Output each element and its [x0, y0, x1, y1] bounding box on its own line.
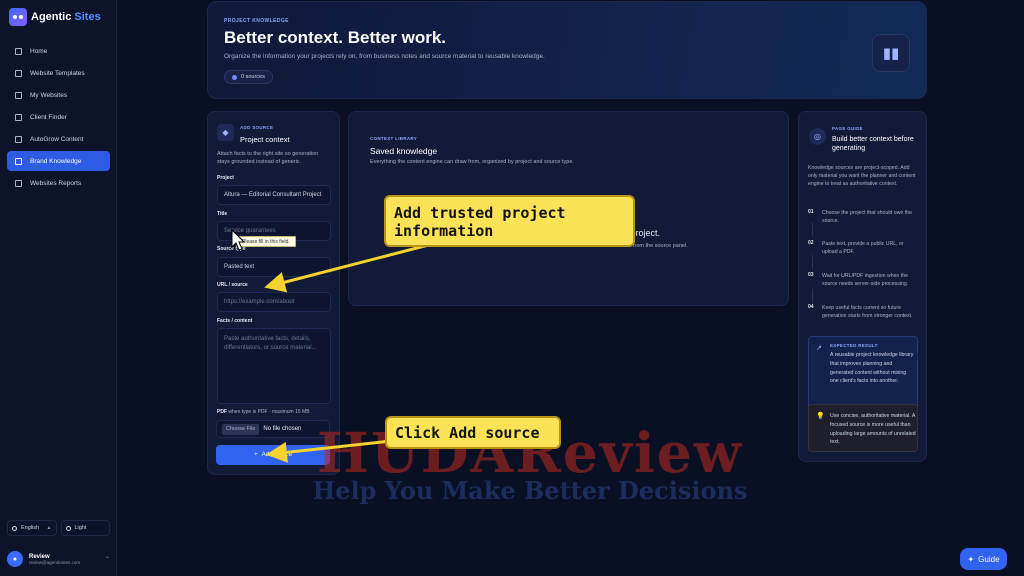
add-source-button[interactable]: + Add source	[216, 445, 330, 465]
user-menu[interactable]: ● Review review@agenticsites.com ⌃	[7, 548, 110, 570]
sources-count-badge: 0 sources	[224, 70, 273, 84]
project-label: Project	[217, 175, 234, 181]
sidebar-item-autogrow-content[interactable]: AutoGrow Content	[7, 129, 110, 149]
home-icon	[15, 47, 22, 55]
guide-description: Knowledge sources are project-scoped. Ad…	[808, 165, 916, 187]
guide-step: 01 Choose the project that should own the…	[808, 209, 912, 224]
calendar-icon	[15, 135, 22, 143]
hero-description: Organize the information your projects r…	[224, 53, 545, 60]
avatar: ●	[7, 551, 23, 567]
library-description: Everything the content engine can draw f…	[370, 159, 574, 165]
sidebar-settings: English ▲ Light	[7, 520, 110, 536]
sidebar-nav: Home Website Templates My Websites Clien…	[7, 41, 110, 195]
magic-wand-icon: ✦	[967, 554, 975, 564]
mouse-cursor-icon	[231, 229, 245, 251]
add-source-eyebrow: ADD SOURCE	[240, 125, 274, 130]
theme-toggle[interactable]: Light	[60, 520, 110, 536]
trend-up-icon: ↗	[816, 345, 822, 352]
title-label: Title	[217, 211, 228, 217]
pdf-label: PDF when type is PDF · maximum 15 MB	[217, 409, 310, 415]
user-info: Review review@agenticsites.com	[29, 554, 80, 565]
sidebar-item-my-websites[interactable]: My Websites	[7, 85, 110, 105]
page-title: Better context. Better work.	[224, 28, 446, 47]
sidebar-item-client-finder[interactable]: Client Finder	[7, 107, 110, 127]
library-title: Saved knowledge	[370, 146, 438, 156]
tip-text: Use concise, authoritative material. A f…	[830, 413, 916, 446]
guide-title: Build better context before generating	[832, 136, 914, 152]
result-text: A reusable project knowledge library tha…	[830, 352, 914, 385]
add-source-title: Project context	[240, 135, 290, 144]
chevron-up-icon: ⌃	[104, 556, 110, 563]
result-eyebrow: EXPECTED RESULT	[830, 343, 878, 348]
client-finder-icon	[15, 113, 22, 121]
brand-name: Agentic Sites	[31, 11, 101, 23]
database-icon	[232, 74, 237, 80]
watermark-sub: Help You Make Better Decisions	[312, 476, 748, 505]
choose-file-button[interactable]: Choose File	[222, 423, 260, 435]
step-connector	[812, 255, 813, 269]
chevron-up-icon: ▲	[46, 525, 52, 531]
callout-click-add: Click Add source	[385, 416, 561, 449]
lightbulb-icon: 💡	[816, 413, 825, 420]
compass-icon: ◎	[809, 128, 826, 145]
facts-textarea[interactable]: Paste authoritative facts, details, diff…	[217, 328, 331, 404]
robot-logo-icon	[9, 8, 27, 26]
guide-eyebrow: PAGE GUIDE	[832, 126, 863, 131]
hero-banner: PROJECT KNOWLEDGE Better context. Better…	[207, 1, 927, 99]
callout-add-info: Add trusted project information	[384, 195, 635, 247]
knowledge-icon	[15, 157, 22, 165]
templates-icon	[15, 69, 22, 77]
sidebar-item-websites-reports[interactable]: Websites Reports	[7, 173, 110, 193]
library-empty-description: from the source panel.	[633, 243, 688, 249]
brand[interactable]: Agentic Sites	[9, 8, 101, 26]
layers-icon: ◆	[217, 124, 234, 141]
sun-icon	[65, 525, 71, 531]
guide-step: 03 Wait for URL/PDF ingestion when the so…	[808, 272, 909, 287]
source-type-select[interactable]: Pasted text	[217, 257, 331, 277]
facts-label: Facts / content	[217, 318, 253, 324]
url-input[interactable]: https://example.com/about	[217, 292, 331, 312]
globe-icon	[12, 525, 17, 531]
step-connector	[812, 289, 813, 303]
page-guide-card: ◎ PAGE GUIDE Build better context before…	[798, 111, 927, 462]
sidebar-item-website-templates[interactable]: Website Templates	[7, 63, 110, 83]
hero-eyebrow: PROJECT KNOWLEDGE	[224, 18, 289, 24]
guide-button[interactable]: ✦ Guide	[960, 548, 1007, 570]
language-select[interactable]: English ▲	[7, 520, 57, 536]
url-label: URL / source	[217, 282, 248, 288]
user-email: review@agenticsites.com	[29, 559, 81, 565]
book-icon: ▮▮	[872, 34, 910, 72]
guide-step: 02 Paste text, provide a public URL, or u…	[808, 240, 904, 255]
reports-icon	[15, 179, 22, 187]
guide-step: 04 Keep useful facts current so future ge…	[808, 304, 913, 319]
sidebar-item-brand-knowledge[interactable]: Brand Knowledge	[7, 151, 110, 171]
expected-result-box: ↗ EXPECTED RESULT A reusable project kno…	[808, 336, 918, 410]
file-status: No file chosen	[263, 426, 302, 432]
library-eyebrow: CONTEXT LIBRARY	[370, 136, 418, 141]
add-source-description: Attach facts to the right site so genera…	[217, 151, 319, 165]
sidebar: Agentic Sites Home Website Templates My …	[0, 0, 117, 576]
pdf-file-input[interactable]: Choose File No file chosen	[216, 420, 330, 438]
plus-icon: +	[254, 452, 258, 458]
folder-icon	[15, 91, 22, 99]
project-select[interactable]: Altura — Editorial Consultant Project	[217, 185, 331, 205]
tip-box: 💡 Use concise, authoritative material. A…	[808, 404, 918, 452]
sidebar-item-home[interactable]: Home	[7, 41, 110, 61]
